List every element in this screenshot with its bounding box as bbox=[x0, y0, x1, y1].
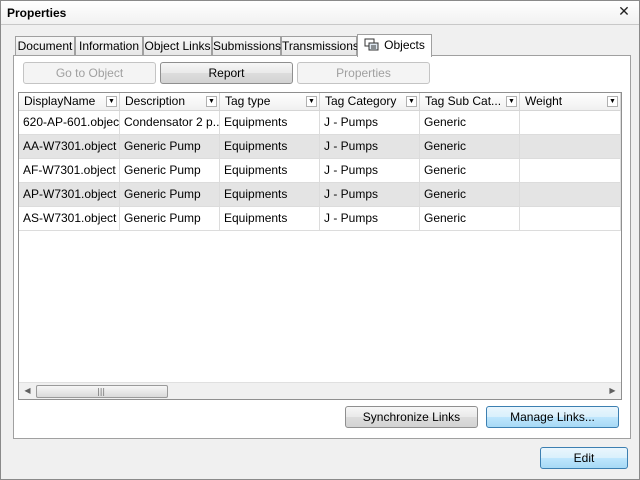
cell-tag-sub-category: Generic bbox=[420, 183, 520, 207]
tab-objects[interactable]: Objects bbox=[357, 34, 432, 57]
manage-links-button[interactable]: Manage Links... bbox=[486, 406, 619, 428]
cell-weight bbox=[520, 207, 621, 231]
column-header-description[interactable]: Description ▼ bbox=[120, 93, 220, 111]
cell-tag-type: Equipments bbox=[220, 159, 320, 183]
scroll-right-icon[interactable]: ▶ bbox=[604, 383, 621, 399]
scroll-thumb[interactable]: ||| bbox=[36, 385, 168, 398]
properties-window: Properties ✕ Document Information Object… bbox=[0, 0, 640, 480]
filter-dropdown-icon[interactable]: ▼ bbox=[406, 96, 417, 107]
cell-tag-category: J - Pumps bbox=[320, 183, 420, 207]
column-header-weight[interactable]: Weight ▼ bbox=[520, 93, 621, 111]
tab-document[interactable]: Document bbox=[15, 36, 75, 56]
tab-object-links[interactable]: Object Links bbox=[143, 36, 212, 56]
cell-tag-type: Equipments bbox=[220, 111, 320, 135]
properties-button[interactable]: Properties bbox=[297, 62, 430, 84]
tab-submissions[interactable]: Submissions bbox=[212, 36, 281, 56]
window-title: Properties bbox=[7, 6, 67, 20]
filter-dropdown-icon[interactable]: ▼ bbox=[306, 96, 317, 107]
filter-dropdown-icon[interactable]: ▼ bbox=[206, 96, 217, 107]
cell-tag-category: J - Pumps bbox=[320, 207, 420, 231]
cell-tag-sub-category: Generic bbox=[420, 207, 520, 231]
report-button[interactable]: Report bbox=[160, 62, 293, 84]
edit-button[interactable]: Edit bbox=[540, 447, 628, 469]
column-header-tag-sub-category[interactable]: Tag Sub Cat... ▼ bbox=[420, 93, 520, 111]
cell-tag-sub-category: Generic bbox=[420, 159, 520, 183]
horizontal-scrollbar[interactable]: ◀ ||| ▶ bbox=[19, 382, 621, 399]
tab-information[interactable]: Information bbox=[75, 36, 143, 56]
cell-displayname: AF-W7301.object bbox=[19, 159, 120, 183]
cell-weight bbox=[520, 135, 621, 159]
cell-tag-sub-category: Generic bbox=[420, 111, 520, 135]
cell-weight bbox=[520, 159, 621, 183]
cell-tag-category: J - Pumps bbox=[320, 159, 420, 183]
table-row[interactable]: AP-W7301.object Generic Pump Equipments … bbox=[19, 183, 621, 207]
cell-tag-type: Equipments bbox=[220, 183, 320, 207]
cell-tag-sub-category: Generic bbox=[420, 135, 520, 159]
cell-description: Generic Pump bbox=[120, 183, 220, 207]
filter-dropdown-icon[interactable]: ▼ bbox=[106, 96, 117, 107]
objects-grid: DisplayName ▼ Description ▼ Tag type ▼ T… bbox=[18, 92, 622, 400]
grip-icon: ||| bbox=[97, 387, 106, 396]
cell-description: Generic Pump bbox=[120, 159, 220, 183]
table-row[interactable]: AS-W7301.object Generic Pump Equipments … bbox=[19, 207, 621, 231]
table-row[interactable]: AA-W7301.object Generic Pump Equipments … bbox=[19, 135, 621, 159]
cell-displayname: AA-W7301.object bbox=[19, 135, 120, 159]
cell-weight bbox=[520, 111, 621, 135]
cell-displayname: AS-W7301.object bbox=[19, 207, 120, 231]
tab-transmissions[interactable]: Transmissions bbox=[281, 36, 359, 56]
cell-tag-category: J - Pumps bbox=[320, 111, 420, 135]
synchronize-links-button[interactable]: Synchronize Links bbox=[345, 406, 478, 428]
cell-tag-type: Equipments bbox=[220, 135, 320, 159]
objects-icon bbox=[364, 38, 380, 52]
close-icon[interactable]: ✕ bbox=[617, 5, 631, 19]
cell-description: Generic Pump bbox=[120, 207, 220, 231]
filter-dropdown-icon[interactable]: ▼ bbox=[506, 96, 517, 107]
column-header-tag-category[interactable]: Tag Category ▼ bbox=[320, 93, 420, 111]
cell-description: Generic Pump bbox=[120, 135, 220, 159]
cell-displayname: 620-AP-601.object bbox=[19, 111, 120, 135]
title-bar: Properties ✕ bbox=[1, 1, 639, 25]
table-row[interactable]: 620-AP-601.object Condensator 2 p... Equ… bbox=[19, 111, 621, 135]
cell-displayname: AP-W7301.object bbox=[19, 183, 120, 207]
column-header-tag-type[interactable]: Tag type ▼ bbox=[220, 93, 320, 111]
cell-tag-type: Equipments bbox=[220, 207, 320, 231]
column-header-displayname[interactable]: DisplayName ▼ bbox=[19, 93, 120, 111]
table-row[interactable]: AF-W7301.object Generic Pump Equipments … bbox=[19, 159, 621, 183]
tab-objects-label: Objects bbox=[384, 38, 425, 52]
cell-tag-category: J - Pumps bbox=[320, 135, 420, 159]
cell-description: Condensator 2 p... bbox=[120, 111, 220, 135]
go-to-object-button[interactable]: Go to Object bbox=[23, 62, 156, 84]
grid-header: DisplayName ▼ Description ▼ Tag type ▼ T… bbox=[19, 93, 621, 111]
filter-dropdown-icon[interactable]: ▼ bbox=[607, 96, 618, 107]
cell-weight bbox=[520, 183, 621, 207]
scroll-left-icon[interactable]: ◀ bbox=[19, 383, 36, 399]
